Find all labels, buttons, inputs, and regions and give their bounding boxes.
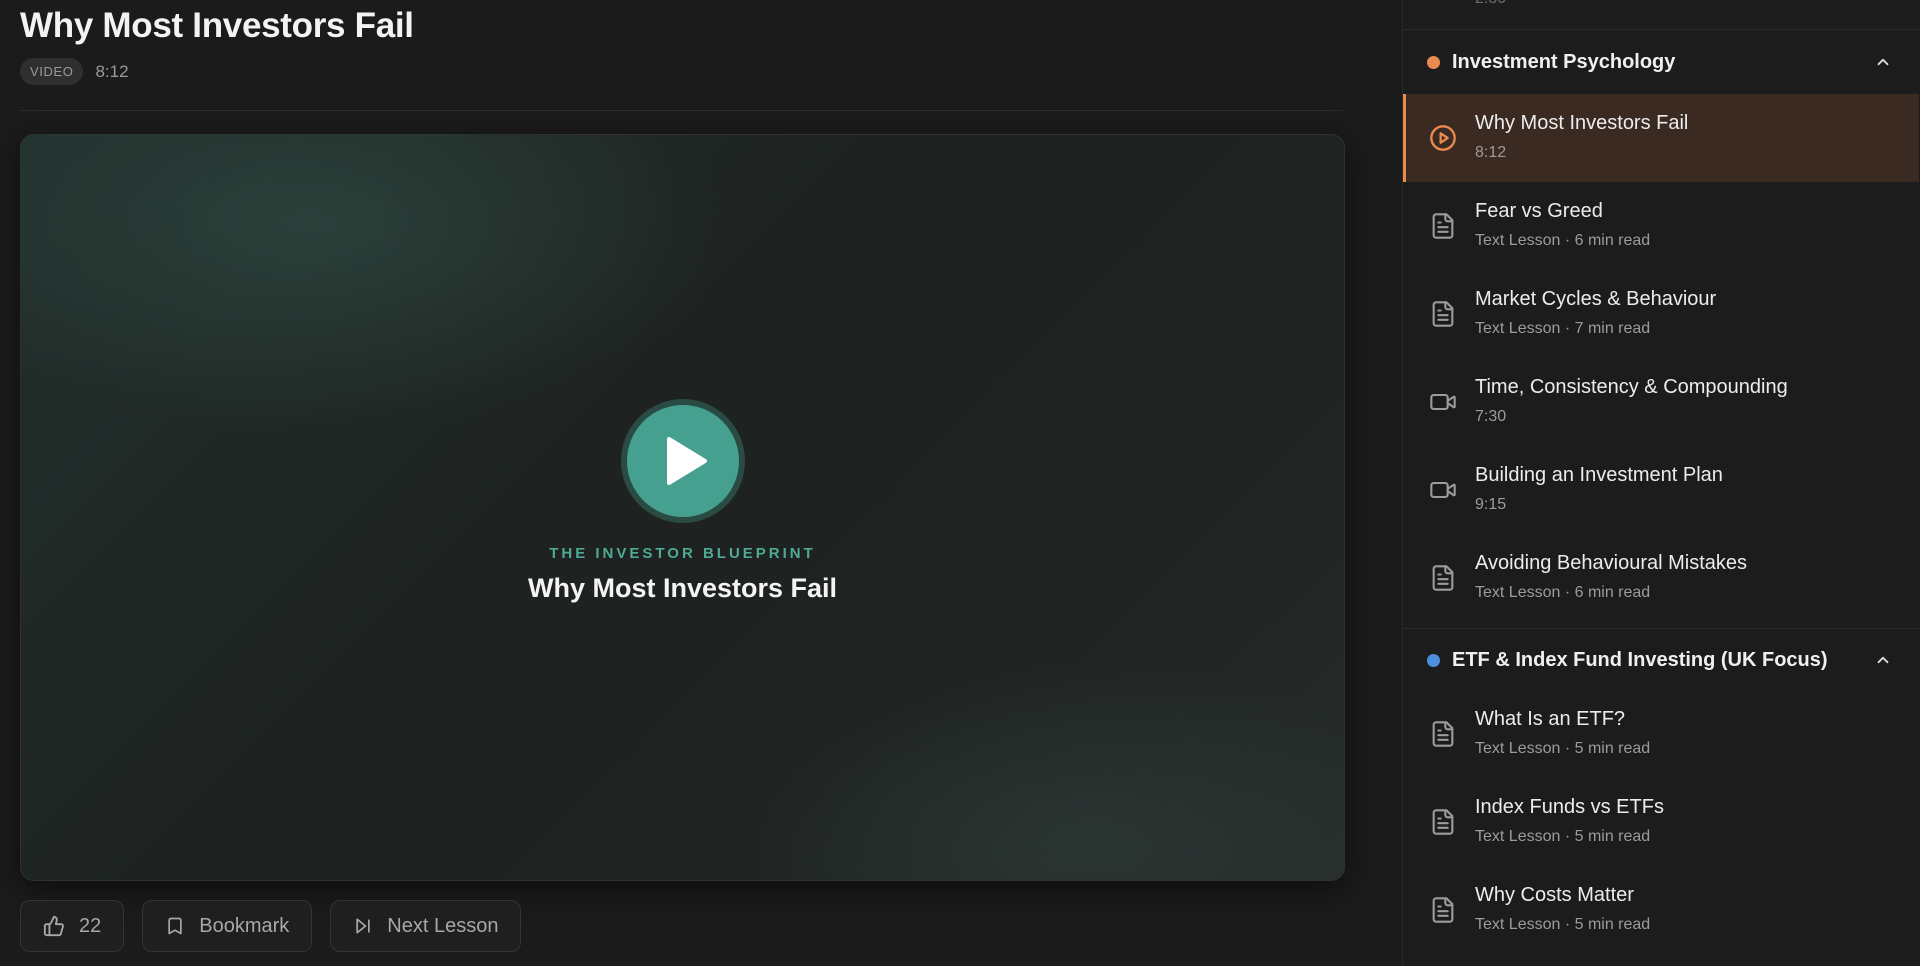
lesson-item-index-vs-etf[interactable]: Index Funds vs ETFs Text Lesson · 5 min … (1403, 778, 1919, 866)
lesson-meta: Text Lesson · 5 min read (1475, 828, 1651, 845)
video-camera-icon (1430, 393, 1456, 411)
section-title: ETF & Index Fund Investing (UK Focus) (1452, 648, 1828, 671)
lesson-item-building-plan[interactable]: Building an Investment Plan 9:15 (1403, 446, 1919, 534)
document-icon (1432, 809, 1454, 835)
section-title: Investment Psychology (1452, 50, 1676, 73)
bookmark-button[interactable]: Bookmark (142, 900, 313, 952)
player-course-name: THE INVESTOR BLUEPRINT (549, 545, 816, 562)
lesson-meta: Text Lesson · 5 min read (1475, 916, 1651, 933)
bookmark-label: Bookmark (199, 914, 290, 937)
lesson-title: Market Cycles & Behaviour (1475, 288, 1717, 310)
video-player[interactable]: THE INVESTOR BLUEPRINT Why Most Investor… (20, 134, 1345, 881)
document-icon (1432, 897, 1454, 923)
thumbs-up-icon (43, 915, 64, 937)
lesson-item-avoiding-mistakes[interactable]: Avoiding Behavioural Mistakes Text Lesso… (1403, 534, 1919, 622)
header-divider (20, 110, 1345, 111)
lesson-item-time-consistency[interactable]: Time, Consistency & Compounding 7:30 (1403, 358, 1919, 446)
section-status-dot (1427, 653, 1440, 667)
video-camera-icon (1430, 481, 1456, 499)
lesson-type-badge: VIDEO (20, 58, 84, 85)
document-icon (1432, 213, 1454, 239)
lesson-meta: Text Lesson · 5 min read (1475, 740, 1651, 757)
lesson-title: Time, Consistency & Compounding (1475, 376, 1788, 398)
lesson-meta: Text Lesson · 6 min read (1475, 232, 1651, 249)
lesson-meta: Text Lesson · 7 min read (1475, 320, 1651, 337)
play-circle-icon (1430, 125, 1456, 151)
lesson-actions: 22 Bookmark Next Lesson (20, 900, 522, 952)
section-status-dot (1427, 55, 1440, 69)
lesson-title: Why Most Investors Fail (20, 6, 414, 45)
player-lesson-title: Why Most Investors Fail (527, 573, 838, 603)
lesson-item-fear-vs-greed[interactable]: Fear vs Greed Text Lesson · 6 min read (1403, 182, 1919, 270)
section-header-etf-index[interactable]: ETF & Index Fund Investing (UK Focus) (1403, 629, 1920, 691)
document-icon (1432, 565, 1454, 591)
lesson-title: Why Costs Matter (1475, 884, 1634, 906)
section-header-investment-psychology[interactable]: Investment Psychology (1403, 31, 1920, 93)
lesson-item-why-most-investors-fail[interactable]: Why Most Investors Fail 8:12 (1403, 94, 1919, 182)
lesson-meta: 7:30 (1475, 408, 1507, 425)
chevron-up-icon[interactable] (1874, 53, 1892, 71)
main-content: Why Most Investors Fail VIDEO 8:12 THE I… (0, 0, 1402, 966)
lesson-meta: 9:15 (1475, 496, 1507, 513)
lesson-meta: VIDEO 8:12 (20, 58, 129, 85)
bookmark-icon (168, 917, 182, 935)
lesson-title: Building an Investment Plan (1475, 464, 1723, 486)
lesson-meta: Text Lesson · 6 min read (1475, 584, 1651, 601)
lesson-duration: 8:12 (95, 61, 129, 81)
skip-forward-icon (356, 918, 370, 934)
next-lesson-button[interactable]: Next Lesson (330, 900, 522, 952)
lesson-item-market-cycles[interactable]: Market Cycles & Behaviour Text Lesson · … (1403, 270, 1919, 358)
play-icon (667, 437, 707, 485)
lesson-title: Why Most Investors Fail (1475, 112, 1689, 134)
lesson-title: What Is an ETF? (1475, 708, 1626, 730)
lesson-title: Fear vs Greed (1475, 200, 1603, 222)
lesson-title: Avoiding Behavioural Mistakes (1475, 552, 1748, 574)
document-icon (1432, 301, 1454, 327)
like-button[interactable]: 22 (20, 900, 125, 952)
course-sidebar: 2:30 Investment Psychology Why Most Inve… (1402, 0, 1920, 966)
lesson-item-costs-matter[interactable]: Why Costs Matter Text Lesson · 5 min rea… (1403, 866, 1919, 954)
document-icon (1432, 721, 1454, 747)
chevron-up-icon[interactable] (1874, 651, 1892, 669)
lesson-meta: 2:30 (1475, 0, 1506, 8)
like-count: 22 (79, 914, 102, 937)
next-lesson-label: Next Lesson (387, 914, 499, 937)
lesson-meta: 8:12 (1475, 144, 1507, 161)
lesson-item[interactable]: 2:30 (1403, 0, 1920, 30)
lesson-title: Index Funds vs ETFs (1475, 796, 1664, 818)
play-button[interactable] (621, 399, 745, 523)
lesson-item-what-is-etf[interactable]: What Is an ETF? Text Lesson · 5 min read (1403, 690, 1919, 778)
